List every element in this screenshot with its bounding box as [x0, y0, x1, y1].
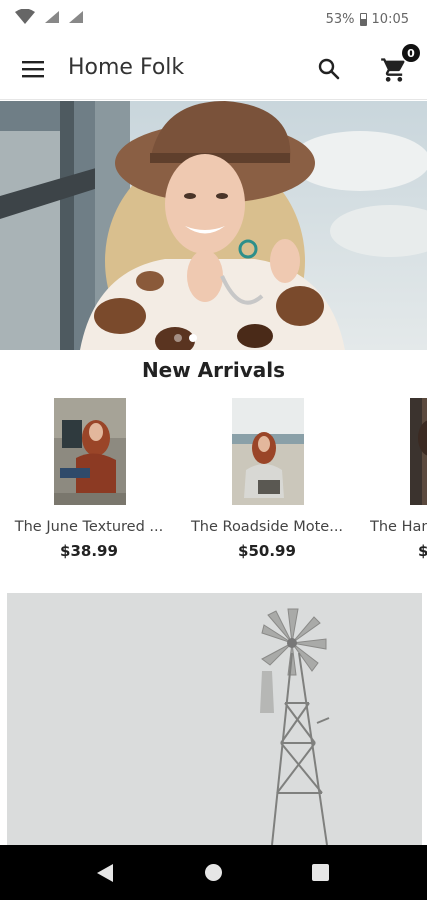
- app-title: Home Folk: [68, 55, 185, 80]
- hamburger-menu-icon: [22, 61, 44, 78]
- search-button[interactable]: [314, 54, 344, 84]
- app-bar: Home Folk 0: [0, 38, 427, 100]
- product-image[interactable]: [232, 398, 304, 505]
- back-triangle-icon: [97, 864, 113, 882]
- product-name: The June Textured ...: [14, 519, 164, 535]
- product-price: $50.99: [238, 542, 296, 560]
- carousel-indicator: [174, 334, 197, 342]
- back-button[interactable]: [96, 863, 114, 888]
- promo-banner[interactable]: [7, 593, 422, 845]
- status-icons-left: [14, 8, 84, 30]
- product-price: $: [418, 542, 427, 560]
- section-title: New Arrivals: [141, 358, 286, 382]
- product-carousel[interactable]: The June Textured ... $38.99 The Roadsid…: [0, 398, 427, 568]
- cart-button[interactable]: 0: [378, 44, 420, 86]
- product-price: $38.99: [60, 542, 118, 560]
- search-icon: [318, 58, 340, 80]
- clock: 10:05: [371, 12, 409, 27]
- signal-icon: [68, 10, 84, 29]
- product-name: The Han: [370, 519, 427, 535]
- wifi-icon: [14, 8, 36, 30]
- status-icons-right: 53% 10:05: [326, 12, 409, 27]
- cart-count-badge: 0: [402, 44, 420, 62]
- product-name: The Roadside Mote...: [190, 519, 344, 535]
- system-nav-bar: [0, 845, 427, 900]
- hero-image: [0, 101, 427, 350]
- menu-button[interactable]: [18, 54, 48, 84]
- status-bar: 53% 10:05: [0, 0, 427, 38]
- shopping-cart-icon: [381, 58, 405, 82]
- product-image[interactable]: [410, 398, 427, 505]
- battery-percent: 53%: [325, 12, 355, 27]
- recents-square-icon[interactable]: [312, 864, 329, 881]
- product-image[interactable]: [54, 398, 126, 505]
- home-circle-icon[interactable]: [205, 864, 222, 881]
- banner-image: [7, 593, 422, 845]
- hero-carousel[interactable]: [0, 101, 427, 350]
- carousel-dot-active[interactable]: [189, 334, 197, 342]
- battery-icon: [359, 13, 367, 26]
- carousel-dot[interactable]: [174, 334, 182, 342]
- signal-icon: [44, 10, 60, 29]
